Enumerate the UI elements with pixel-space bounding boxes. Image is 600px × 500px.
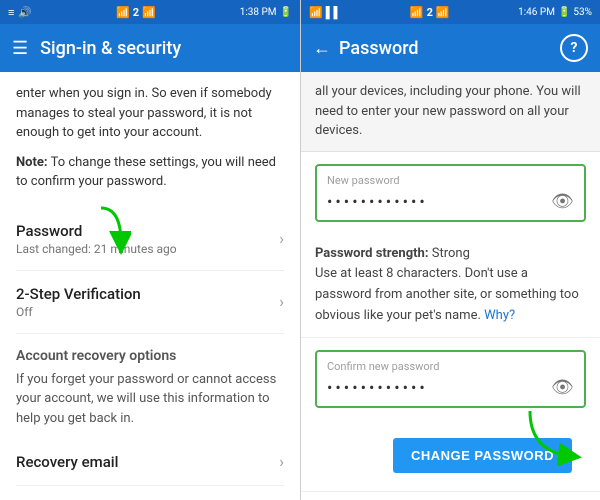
left-statusbar: ≡ 🔊 📶 2 📶 1:38 PM 🔋 <box>0 0 300 24</box>
right-footer: Google Terms & Privacy Help <box>301 491 600 500</box>
right-content: all your devices, including your phone. … <box>301 72 600 500</box>
hamburger-small-icon: ≡ <box>8 6 14 19</box>
signal-icon-left: 📶 <box>142 6 156 19</box>
twostep-menu-info: 2-Step Verification Off <box>16 285 141 319</box>
password-menu-item[interactable]: Password Last changed: 21 minutes ago › <box>16 208 284 271</box>
twostep-menu-title: 2-Step Verification <box>16 285 141 303</box>
recovery-email-menu-item[interactable]: Recovery email › <box>16 438 284 486</box>
right-statusbar-center: 📶 2 📶 <box>410 6 450 19</box>
confirm-password-group: Confirm new password •••••••••••• 👁 <box>315 350 586 408</box>
right-statusbar: 📶 ▌▌ 📶 2 📶 1:46 PM 🔋 53% <box>301 0 600 24</box>
left-panel: ≡ 🔊 📶 2 📶 1:38 PM 🔋 ☰ Sign-in & security… <box>0 0 300 500</box>
wifi-icon-right2: 📶 <box>410 6 424 19</box>
left-statusbar-left: ≡ 🔊 <box>8 6 32 19</box>
password-menu-wrapper: Password Last changed: 21 minutes ago › <box>16 208 284 271</box>
network-icon-left: 2 <box>133 6 139 19</box>
right-top-desc: all your devices, including your phone. … <box>301 72 600 152</box>
account-recovery-desc: If you forget your password or cannot ac… <box>16 370 284 429</box>
recovery-email-info: Recovery email <box>16 453 118 471</box>
confirm-password-row: •••••••••••• 👁 <box>327 377 574 398</box>
battery-percent-right: 53% <box>573 7 592 18</box>
left-arrow-annotation <box>71 203 131 258</box>
left-content: enter when you sign in. So even if someb… <box>0 72 300 500</box>
wifi-icon-right: 📶 <box>309 6 323 19</box>
battery-icon-right: 🔋 <box>558 7 570 18</box>
left-topbar: ☰ Sign-in & security <box>0 24 300 72</box>
right-statusbar-left: 📶 ▌▌ <box>309 6 341 19</box>
audio-icon: 🔊 <box>18 6 32 19</box>
signal-bars-right: ▌▌ <box>326 6 342 19</box>
new-password-eye-icon[interactable]: 👁 <box>551 191 574 212</box>
left-topbar-title: Sign-in & security <box>40 38 181 59</box>
recovery-email-title: Recovery email <box>16 453 118 471</box>
new-password-group: New password •••••••••••• 👁 <box>315 164 586 222</box>
account-recovery-header: Account recovery options <box>16 334 284 370</box>
recovery-email-chevron-icon: › <box>279 452 284 471</box>
note-text: To change these settings, you will need … <box>16 155 276 190</box>
why-link[interactable]: Why? <box>484 308 515 323</box>
password-chevron-icon: › <box>279 229 284 248</box>
note-label: Note: <box>16 155 48 170</box>
left-statusbar-center: 📶 2 📶 <box>116 6 156 19</box>
right-topbar-left: ← Password <box>313 38 419 59</box>
confirm-password-dots: •••••••••••• <box>327 378 428 397</box>
strength-desc: Use at least 8 characters. Don't use a p… <box>315 266 579 323</box>
left-statusbar-right: 1:38 PM 🔋 <box>240 7 292 18</box>
signal-icon-right: 📶 <box>436 6 450 19</box>
battery-icon-left: 🔋 <box>280 7 292 18</box>
hamburger-icon[interactable]: ☰ <box>12 38 28 59</box>
confirm-password-wrapper: Confirm new password •••••••••••• 👁 <box>301 350 600 408</box>
wifi-icon-left: 📶 <box>116 6 130 19</box>
right-arrow-annotation <box>510 406 590 466</box>
new-password-row: •••••••••••• 👁 <box>327 191 574 212</box>
right-panel: 📶 ▌▌ 📶 2 📶 1:46 PM 🔋 53% ← Password ? al… <box>300 0 600 500</box>
confirm-password-eye-icon[interactable]: 👁 <box>551 377 574 398</box>
confirm-password-label: Confirm new password <box>327 360 574 373</box>
password-strength-section: Password strength: Strong Use at least 8… <box>301 234 600 338</box>
twostep-menu-item[interactable]: 2-Step Verification Off › <box>16 271 284 334</box>
new-password-dots: •••••••••••• <box>327 192 428 211</box>
back-icon[interactable]: ← <box>313 38 331 59</box>
left-time: 1:38 PM <box>240 7 277 18</box>
twostep-menu-subtitle: Off <box>16 305 141 319</box>
new-password-label: New password <box>327 174 574 187</box>
strength-label: Password strength: <box>315 246 429 261</box>
right-topbar: ← Password ? <box>301 24 600 72</box>
network-icon-right: 2 <box>427 6 433 19</box>
twostep-chevron-icon: › <box>279 292 284 311</box>
strength-value: Strong <box>432 246 470 261</box>
right-statusbar-right: 1:46 PM 🔋 53% <box>518 7 592 18</box>
right-time: 1:46 PM <box>518 7 555 18</box>
left-intro-text: enter when you sign in. So even if someb… <box>16 84 284 143</box>
help-icon[interactable]: ? <box>560 34 588 62</box>
right-topbar-title: Password <box>339 38 419 59</box>
left-note: Note: To change these settings, you will… <box>16 153 284 192</box>
